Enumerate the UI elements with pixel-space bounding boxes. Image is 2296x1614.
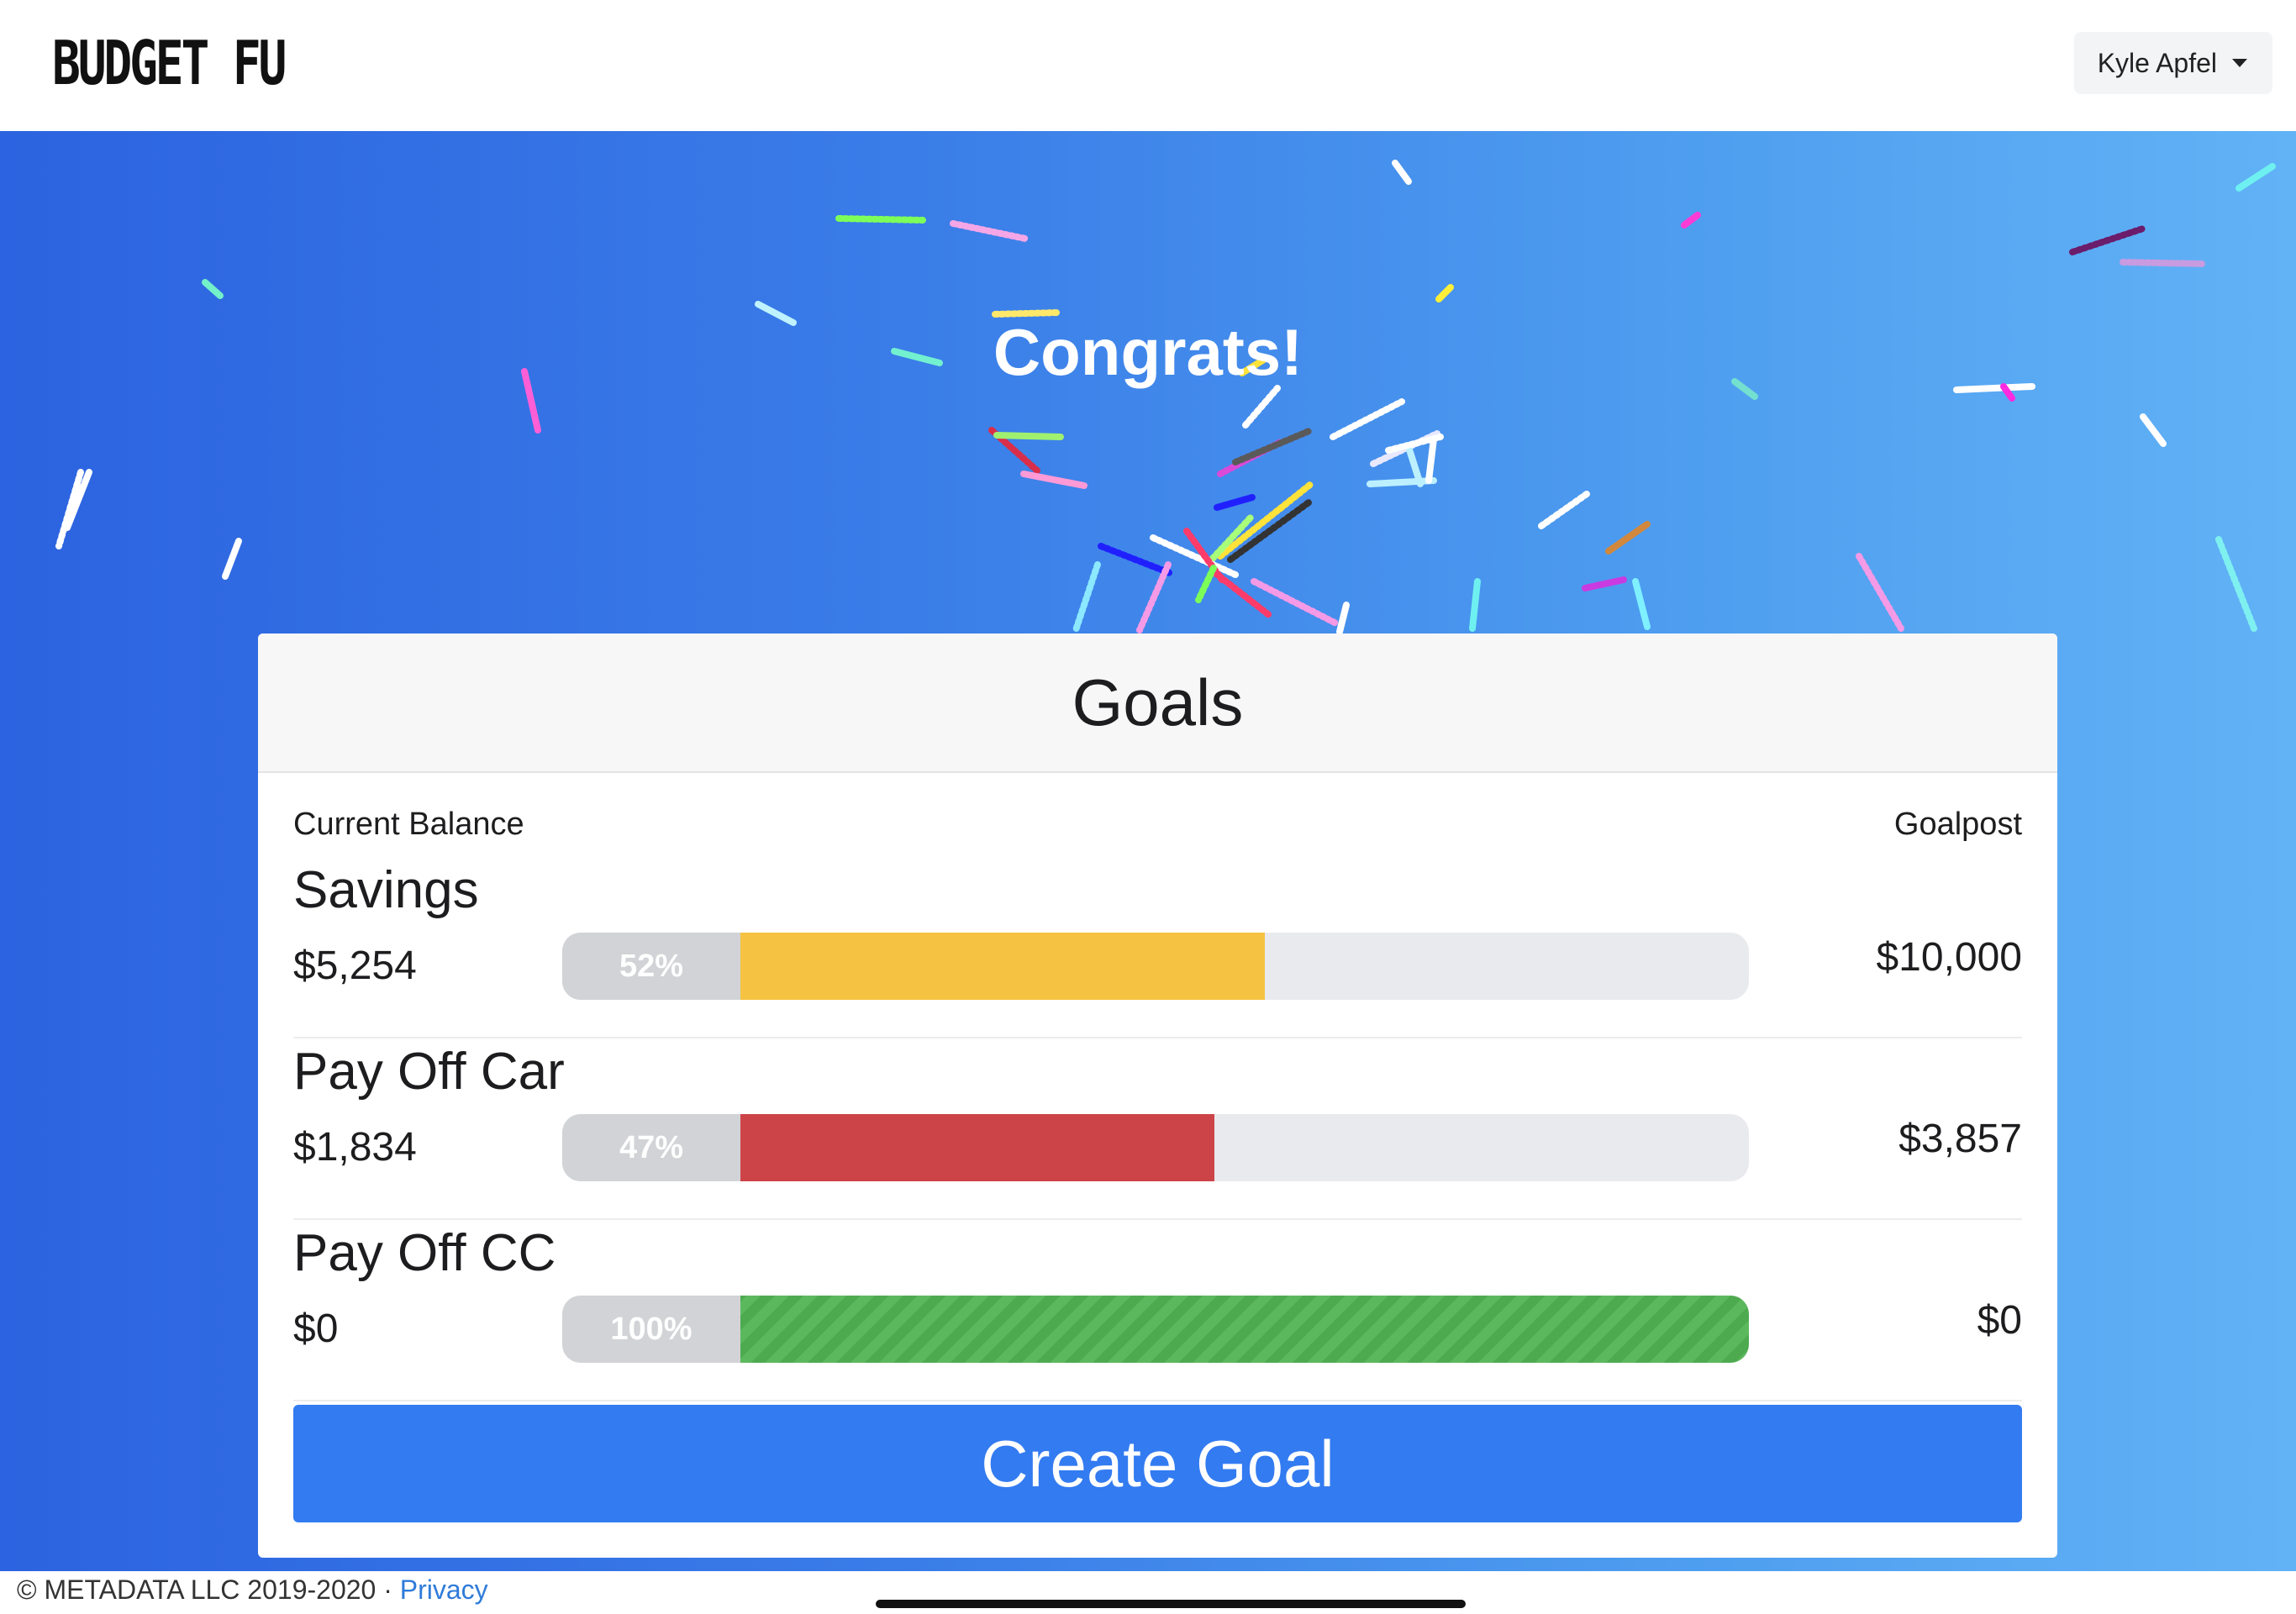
goal-row-pay-off-car[interactable]: Pay Off Car $1,834 47% $3,857: [293, 1038, 2022, 1220]
goal-progress-fill: [740, 1114, 1214, 1181]
congrats-heading: Congrats!: [993, 315, 1303, 389]
user-name: Kyle Apfel: [2097, 47, 2217, 78]
goal-progress-fill: [740, 1296, 1749, 1363]
goal-target: $0: [1977, 1298, 2022, 1343]
goal-progress-fill: [740, 933, 1265, 1000]
goal-progress-bar: 100%: [562, 1296, 1749, 1363]
goals-title: Goals: [1072, 665, 1244, 739]
home-indicator: [876, 1600, 1466, 1608]
goal-balance: $1,834: [293, 1125, 417, 1170]
goal-progress-bar: 52%: [562, 933, 1749, 1000]
copyright-text: © METADATA LLC 2019-2020 ·: [17, 1575, 400, 1605]
goal-row-pay-off-cc[interactable]: Pay Off CC $0 100% $0: [293, 1220, 2022, 1401]
goals-card-header: Goals: [258, 634, 2057, 773]
goalpost-label: Goalpost: [1893, 807, 2022, 842]
goal-name: Pay Off CC: [293, 1224, 556, 1282]
app-logo[interactable]: BUDGET FU: [52, 25, 287, 101]
goals-card: Goals Current Balance Goalpost Savings $…: [258, 634, 2057, 1558]
goal-balance: $5,254: [293, 944, 417, 988]
goal-percent-label: 52%: [562, 933, 740, 1000]
goal-balance: $0: [293, 1306, 339, 1351]
top-navbar: BUDGET FU Kyle Apfel: [0, 0, 2296, 131]
goal-percent-label: 47%: [562, 1114, 740, 1181]
current-balance-label: Current Balance: [293, 807, 524, 842]
caret-down-icon: [2232, 59, 2247, 67]
privacy-link[interactable]: Privacy: [400, 1575, 488, 1605]
goal-row-savings[interactable]: Savings $5,254 52% $10,000: [293, 857, 2022, 1038]
user-menu-dropdown[interactable]: Kyle Apfel: [2073, 32, 2272, 94]
goal-progress-bar: 47%: [562, 1114, 1749, 1181]
column-labels: Current Balance Goalpost: [293, 807, 2022, 849]
goal-name: Savings: [293, 861, 479, 919]
goal-name: Pay Off Car: [293, 1043, 565, 1101]
goal-target: $10,000: [1876, 935, 2022, 980]
goal-percent-label: 100%: [562, 1296, 740, 1363]
create-goal-button[interactable]: Create Goal: [293, 1405, 2022, 1522]
goal-target: $3,857: [1898, 1117, 2022, 1161]
footer-text: © METADATA LLC 2019-2020 · Privacy: [17, 1575, 488, 1606]
